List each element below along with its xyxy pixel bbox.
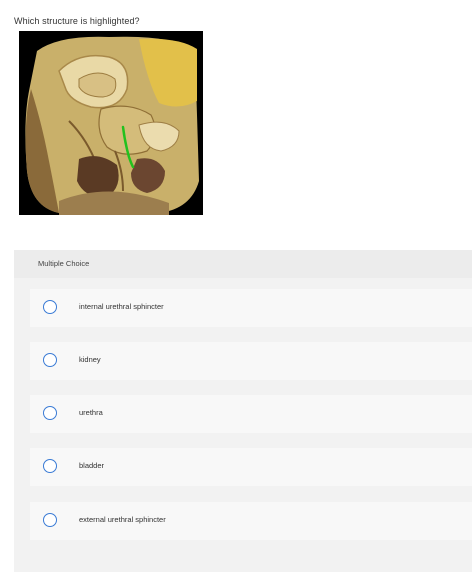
radio-button-icon[interactable] — [43, 406, 57, 420]
choice-label: external urethral sphincter — [79, 515, 166, 524]
multiple-choice-panel: Multiple Choice internal urethral sphinc… — [14, 250, 472, 572]
question-text: Which structure is highlighted? — [14, 16, 140, 26]
panel-header: Multiple Choice — [14, 250, 472, 278]
choice-option-2[interactable]: kidney — [30, 342, 472, 380]
specimen-illustration — [25, 36, 200, 215]
choice-label: internal urethral sphincter — [79, 302, 164, 311]
choice-option-5[interactable]: external urethral sphincter — [30, 502, 472, 540]
radio-button-icon[interactable] — [43, 459, 57, 473]
radio-button-icon[interactable] — [43, 353, 57, 367]
choice-option-1[interactable]: internal urethral sphincter — [30, 289, 472, 327]
radio-button-icon[interactable] — [43, 300, 57, 314]
choice-label: bladder — [79, 461, 105, 470]
choice-option-4[interactable]: bladder — [30, 448, 472, 486]
choice-option-3[interactable]: urethra — [30, 395, 472, 433]
choice-label: urethra — [79, 408, 103, 417]
radio-button-icon[interactable] — [43, 513, 57, 527]
choice-label: kidney — [79, 355, 101, 364]
anatomy-specimen-image — [19, 31, 203, 215]
panel-title: Multiple Choice — [38, 259, 90, 268]
